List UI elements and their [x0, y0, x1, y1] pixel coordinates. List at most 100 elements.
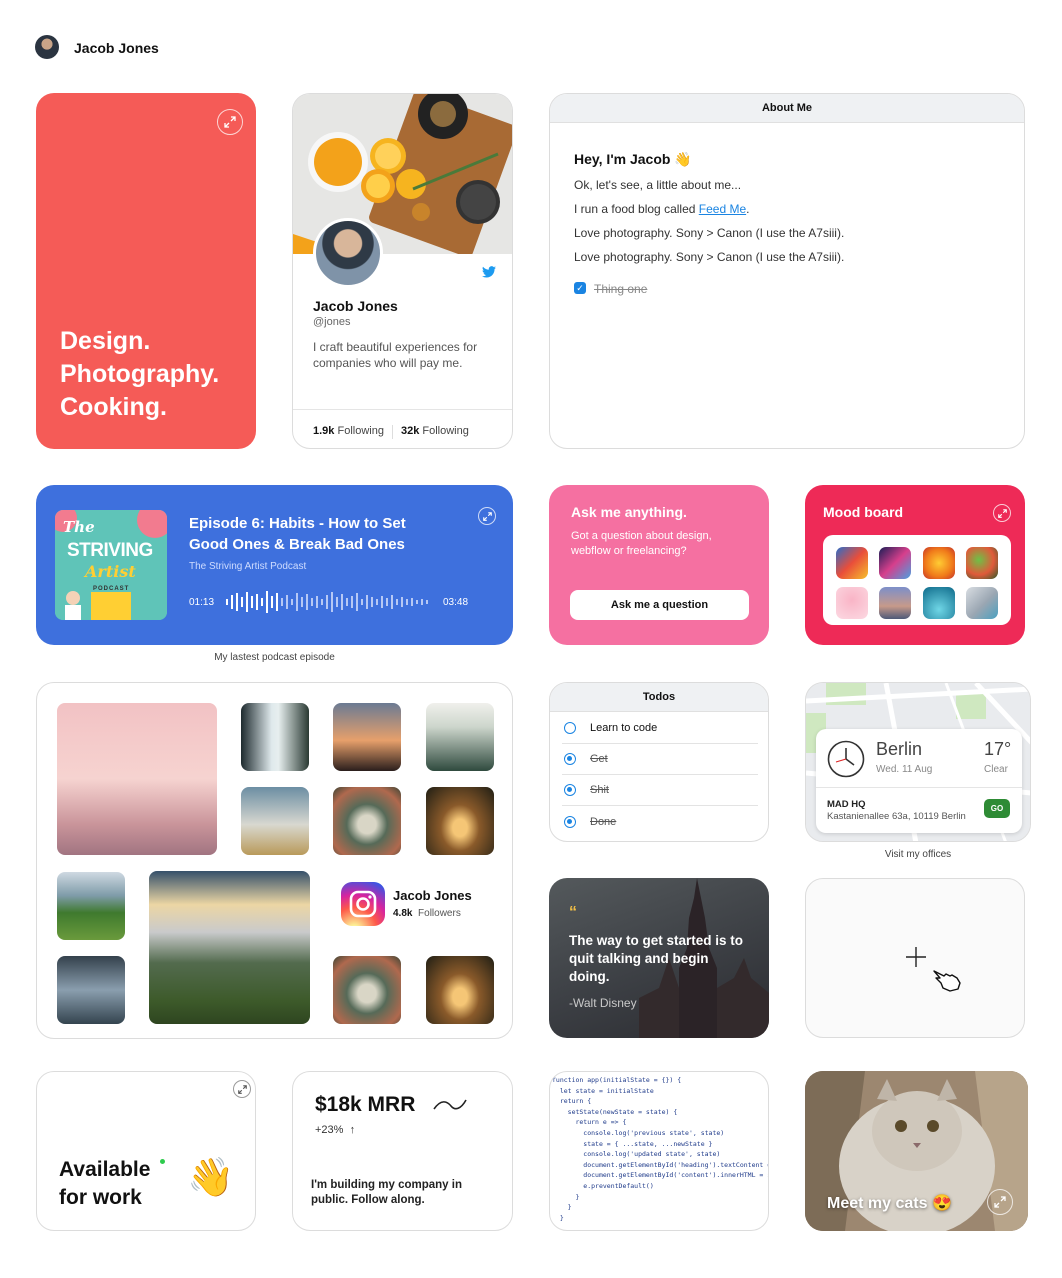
go-button[interactable]: GO	[984, 799, 1010, 818]
profile-name: Jacob Jones	[313, 298, 398, 314]
gallery-photo[interactable]	[426, 787, 494, 855]
about-line: Love photography. Sony > Canon (I use th…	[574, 250, 845, 264]
mrr-card[interactable]: $18k MRR +23% ↑ I'm building my company …	[292, 1071, 513, 1231]
cover-text: The	[63, 518, 95, 536]
gallery-photo[interactable]	[241, 787, 309, 855]
gallery-photo[interactable]	[333, 787, 401, 855]
hero-card[interactable]: Design. Photography. Cooking.	[36, 93, 256, 449]
mood-image[interactable]	[923, 547, 955, 579]
available-for-work-card[interactable]: Available for work 👋	[36, 1071, 256, 1231]
todo-item[interactable]: Get	[562, 744, 758, 775]
radio-checked[interactable]	[564, 753, 576, 765]
todo-item[interactable]: Done	[562, 806, 758, 837]
arrow-up-icon: ↑	[349, 1124, 356, 1136]
twitter-icon[interactable]	[482, 265, 496, 283]
todo-item[interactable]: Learn to code	[562, 713, 758, 744]
todo-label: Learn to code	[590, 722, 658, 734]
gallery-photo[interactable]	[57, 872, 125, 940]
availability-line: Available	[59, 1158, 151, 1181]
about-me-card: About Me Hey, I'm Jacob 👋 Ok, let's see,…	[549, 93, 1025, 449]
mood-image[interactable]	[966, 587, 998, 619]
gallery-photo[interactable]	[57, 956, 125, 1024]
mrr-growth: +23% ↑	[315, 1124, 355, 1136]
temperature: 17°	[984, 739, 1012, 759]
mood-board-card[interactable]: Mood board	[805, 485, 1025, 645]
weather-panel: Berlin Wed. 11 Aug 17° Clear MAD HQ Kast…	[816, 729, 1022, 833]
expand-icon[interactable]	[217, 109, 243, 135]
photo-gallery-card: Jacob Jones 4.8k Followers	[36, 682, 513, 1039]
mood-image[interactable]	[966, 547, 998, 579]
profile-stats: 1.9k Following 32k Following	[313, 425, 469, 439]
code-block: function app(initialState = {}) { let st…	[552, 1075, 769, 1230]
expand-icon[interactable]	[993, 504, 1011, 522]
audio-waveform[interactable]	[226, 590, 432, 614]
gallery-photo[interactable]	[333, 956, 401, 1024]
weather-date: Wed. 11 Aug	[876, 764, 933, 775]
status-dot	[160, 1159, 165, 1164]
mood-image[interactable]	[879, 547, 911, 579]
code-line: console.log('previous state', state)	[552, 1128, 725, 1137]
stat-following[interactable]: 1.9k Following	[313, 425, 384, 439]
gallery-photo[interactable]	[426, 703, 494, 771]
checklist-item: Thing one	[594, 282, 648, 296]
ask-question-button[interactable]: Ask me a question	[570, 590, 749, 620]
mood-image[interactable]	[879, 587, 911, 619]
growth-value: +23%	[315, 1124, 344, 1136]
office-map-card[interactable]: Berlin Wed. 11 Aug 17° Clear MAD HQ Kast…	[805, 682, 1031, 842]
mood-grid	[823, 535, 1011, 625]
followers-label: Followers	[418, 908, 461, 919]
profile-avatar[interactable]	[313, 218, 383, 288]
instagram-icon[interactable]	[341, 882, 385, 926]
office-address: Kastanienallee 63a, 10119 Berlin	[827, 811, 966, 822]
code-line: document.getElementById('heading').textC…	[552, 1160, 769, 1169]
gallery-photo[interactable]	[149, 871, 310, 1024]
stat-following-2[interactable]: 32k Following	[401, 425, 469, 439]
mood-image[interactable]	[836, 587, 868, 619]
mood-image[interactable]	[923, 587, 955, 619]
mood-image[interactable]	[836, 547, 868, 579]
gallery-photo[interactable]	[57, 703, 217, 855]
expand-icon[interactable]	[233, 1080, 251, 1098]
weather-condition: Clear	[984, 764, 1008, 775]
gallery-photo[interactable]	[333, 703, 401, 771]
quote-author: -Walt Disney	[569, 996, 637, 1010]
podcast-caption: My lastest podcast episode	[214, 652, 335, 663]
gallery-photo[interactable]	[241, 703, 309, 771]
availability-text: Available for work	[59, 1156, 150, 1212]
radio-checked[interactable]	[564, 815, 576, 828]
todos-card: Todos Learn to code Get Shit Done	[549, 682, 769, 842]
ask-title: Ask me anything.	[571, 504, 687, 520]
about-title: About Me	[550, 94, 1024, 123]
podcast-card[interactable]: The STRIVING Artist PODCAST Episode 6: H…	[36, 485, 513, 645]
expand-icon[interactable]	[478, 507, 496, 525]
instagram-followers: 4.8k Followers	[393, 908, 461, 919]
about-line: Love photography. Sony > Canon (I use th…	[574, 226, 845, 240]
checkbox-checked[interactable]: ✓	[574, 282, 586, 294]
divider	[816, 787, 1022, 788]
profile-bio: I craft beautiful experiences for compan…	[313, 340, 478, 370]
todo-item[interactable]: Shit	[562, 775, 758, 806]
radio-checked[interactable]	[564, 784, 576, 796]
feed-me-link[interactable]: Feed Me	[699, 202, 746, 216]
plus-icon[interactable]	[904, 945, 928, 969]
city-name: Berlin	[876, 739, 923, 759]
cats-card[interactable]: Meet my cats 😍	[805, 1071, 1028, 1231]
cats-title: Meet my cats 😍	[827, 1195, 952, 1212]
twitter-profile-card[interactable]: Jacob Jones @jones I craft beautiful exp…	[292, 93, 513, 449]
about-text: .	[746, 202, 750, 216]
code-line: let state = initialState	[552, 1086, 654, 1095]
mrr-value: $18k MRR	[315, 1093, 416, 1116]
about-greeting: Hey, I'm Jacob 👋	[574, 151, 692, 167]
avatar[interactable]	[35, 35, 59, 59]
mood-title: Mood board	[823, 504, 904, 520]
trend-line-icon	[433, 1099, 467, 1110]
cover-text: STRIVING	[67, 540, 153, 561]
ask-me-card: Ask me anything. Got a question about de…	[549, 485, 769, 645]
add-card[interactable]	[805, 878, 1025, 1038]
expand-icon[interactable]	[987, 1189, 1013, 1215]
radio-unchecked[interactable]	[564, 722, 576, 734]
availability-line: for work	[59, 1186, 142, 1209]
code-line: console.log('updated state', state)	[552, 1150, 721, 1159]
ask-subtitle: Got a question about design, webflow or …	[571, 530, 712, 557]
gallery-photo[interactable]	[426, 956, 494, 1024]
